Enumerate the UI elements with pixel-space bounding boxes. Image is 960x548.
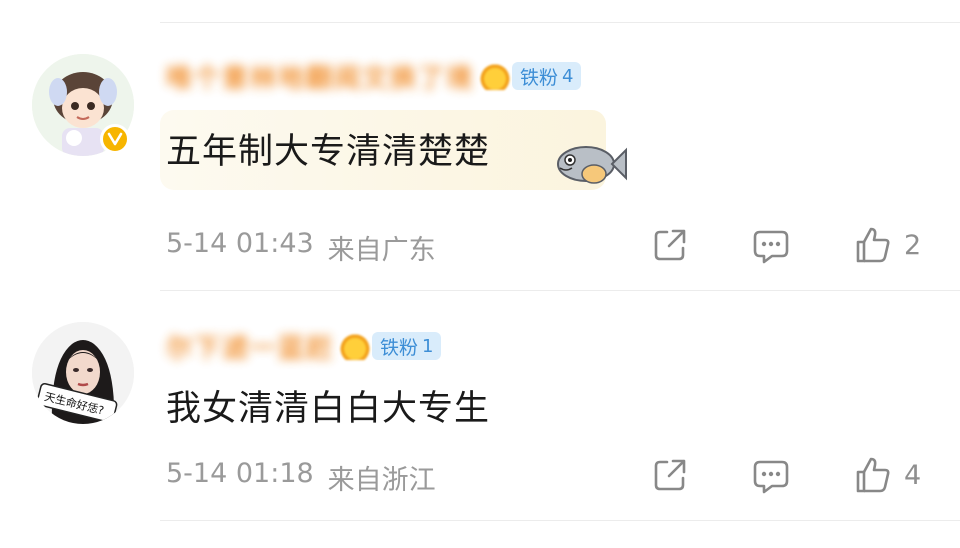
avatar-photo-image: 天生命好恁? — [32, 322, 134, 424]
comment-location: 来自浙江 — [327, 465, 436, 496]
username[interactable]: 尔下滤一蓝赶 — [166, 328, 334, 365]
avatar[interactable]: 天生命好恁? — [32, 322, 134, 424]
share-button[interactable] — [652, 457, 688, 493]
comment-text[interactable]: 我女清清白白大专生 — [166, 380, 490, 431]
like-button[interactable]: 4 — [854, 455, 921, 495]
comment-date: 5-14 01:43 — [166, 228, 314, 259]
comment-icon — [753, 460, 789, 494]
share-button[interactable] — [652, 227, 688, 263]
comment-button[interactable] — [752, 227, 790, 265]
thumbs-up-icon — [856, 227, 890, 263]
fan-badge[interactable]: 铁粉 4 — [512, 62, 582, 90]
comment-button[interactable] — [752, 457, 790, 495]
fan-badge-label: 铁粉 — [380, 336, 419, 359]
like-count: 2 — [904, 229, 922, 261]
fan-badge[interactable]: 铁粉 1 — [372, 332, 442, 360]
comment-item: 天生命好恁? 尔下滤一蓝赶 铁粉 1 我女清清白白大专生 5-14 01:18 … — [0, 290, 960, 520]
fish-sticker-icon — [557, 146, 627, 184]
comment-item: 唯个意林地翻阅文换了境 铁粉 4 五年制大专清清楚楚 5-14 01:43 来自… — [0, 0, 960, 290]
share-icon — [654, 229, 686, 261]
comment-date: 5-14 01:18 — [166, 458, 314, 489]
name-row: 尔下滤一蓝赶 铁粉 1 — [166, 328, 442, 365]
share-icon — [654, 459, 686, 491]
verified-badge-icon — [100, 124, 130, 154]
comment-text[interactable]: 五年制大专清清楚楚 — [166, 123, 490, 174]
thumbs-up-icon — [856, 457, 890, 493]
comment-meta: 5-14 01:18 来自浙江 — [166, 458, 436, 497]
comment-icon — [753, 230, 789, 264]
fan-crown-icon — [478, 62, 513, 90]
bottom-divider — [160, 520, 960, 521]
fan-badge-label: 铁粉 — [520, 66, 559, 89]
comment-meta: 5-14 01:43 来自广东 — [166, 228, 436, 267]
fan-badge-level: 1 — [422, 335, 434, 357]
like-button[interactable]: 2 — [854, 225, 921, 265]
like-count: 4 — [904, 459, 922, 491]
fan-badge-level: 4 — [562, 65, 574, 87]
comment-location: 来自广东 — [327, 235, 436, 266]
name-row: 唯个意林地翻阅文换了境 铁粉 4 — [166, 58, 582, 95]
username[interactable]: 唯个意林地翻阅文换了境 — [166, 58, 474, 95]
fan-crown-icon — [338, 332, 373, 360]
